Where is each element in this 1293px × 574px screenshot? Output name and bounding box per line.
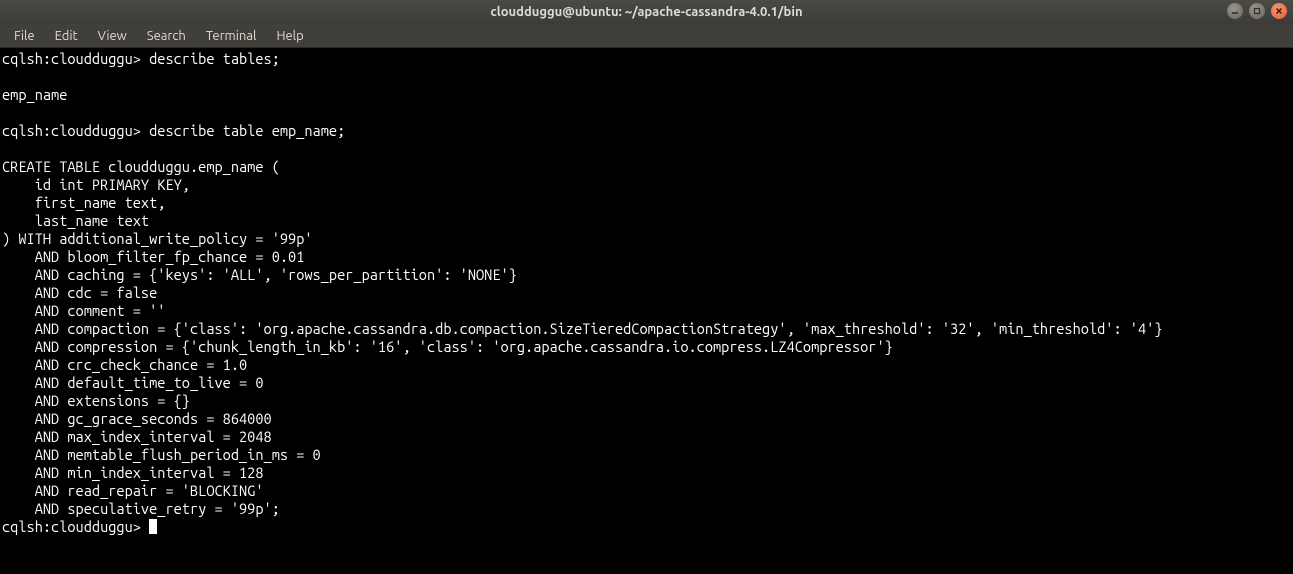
terminal-cursor bbox=[149, 519, 157, 534]
menu-search[interactable]: Search bbox=[137, 26, 196, 46]
terminal-line: AND max_index_interval = 2048 bbox=[2, 428, 272, 445]
menu-terminal[interactable]: Terminal bbox=[196, 26, 267, 46]
minimize-icon bbox=[1231, 7, 1239, 15]
terminal-line: AND bloom_filter_fp_chance = 0.01 bbox=[2, 248, 304, 265]
minimize-button[interactable] bbox=[1227, 3, 1243, 19]
terminal-line: emp_name bbox=[2, 86, 67, 103]
menu-edit[interactable]: Edit bbox=[45, 26, 88, 46]
terminal-line: AND comment = '' bbox=[2, 302, 165, 319]
window-titlebar: cloudduggu@ubuntu: ~/apache-cassandra-4.… bbox=[0, 0, 1293, 24]
terminal-line: AND compaction = {'class': 'org.apache.c… bbox=[2, 320, 1163, 337]
terminal-line: id int PRIMARY KEY, bbox=[2, 176, 190, 193]
terminal-line: AND speculative_retry = '99p'; bbox=[2, 500, 280, 517]
menu-file[interactable]: File bbox=[4, 26, 45, 46]
close-icon bbox=[1275, 7, 1283, 15]
window-title: cloudduggu@ubuntu: ~/apache-cassandra-4.… bbox=[490, 5, 802, 19]
terminal-line: AND extensions = {} bbox=[2, 392, 190, 409]
terminal-line: AND min_index_interval = 128 bbox=[2, 464, 264, 481]
terminal-line: AND compression = {'chunk_length_in_kb':… bbox=[2, 338, 893, 355]
terminal-line: CREATE TABLE cloudduggu.emp_name ( bbox=[2, 158, 280, 175]
terminal-line: AND cdc = false bbox=[2, 284, 157, 301]
menu-bar: File Edit View Search Terminal Help bbox=[0, 24, 1293, 48]
window-controls bbox=[1227, 3, 1287, 19]
terminal-line: ) WITH additional_write_policy = '99p' bbox=[2, 230, 313, 247]
terminal-output[interactable]: cqlsh:cloudduggu> describe tables; emp_n… bbox=[0, 48, 1293, 538]
terminal-line: AND crc_check_chance = 1.0 bbox=[2, 356, 247, 373]
terminal-line: last_name text bbox=[2, 212, 149, 229]
menu-help[interactable]: Help bbox=[266, 26, 313, 46]
maximize-button[interactable] bbox=[1249, 3, 1265, 19]
terminal-line: cqlsh:cloudduggu> describe table emp_nam… bbox=[2, 122, 345, 139]
close-button[interactable] bbox=[1271, 3, 1287, 19]
terminal-prompt: cqlsh:cloudduggu> bbox=[2, 518, 149, 535]
terminal-line: AND default_time_to_live = 0 bbox=[2, 374, 264, 391]
maximize-icon bbox=[1253, 7, 1261, 15]
menu-view[interactable]: View bbox=[88, 26, 137, 46]
terminal-line: cqlsh:cloudduggu> describe tables; bbox=[2, 50, 280, 67]
terminal-line: AND caching = {'keys': 'ALL', 'rows_per_… bbox=[2, 266, 517, 283]
terminal-line: AND gc_grace_seconds = 864000 bbox=[2, 410, 272, 427]
terminal-line: AND memtable_flush_period_in_ms = 0 bbox=[2, 446, 321, 463]
terminal-line: AND read_repair = 'BLOCKING' bbox=[2, 482, 264, 499]
terminal-line: first_name text, bbox=[2, 194, 165, 211]
